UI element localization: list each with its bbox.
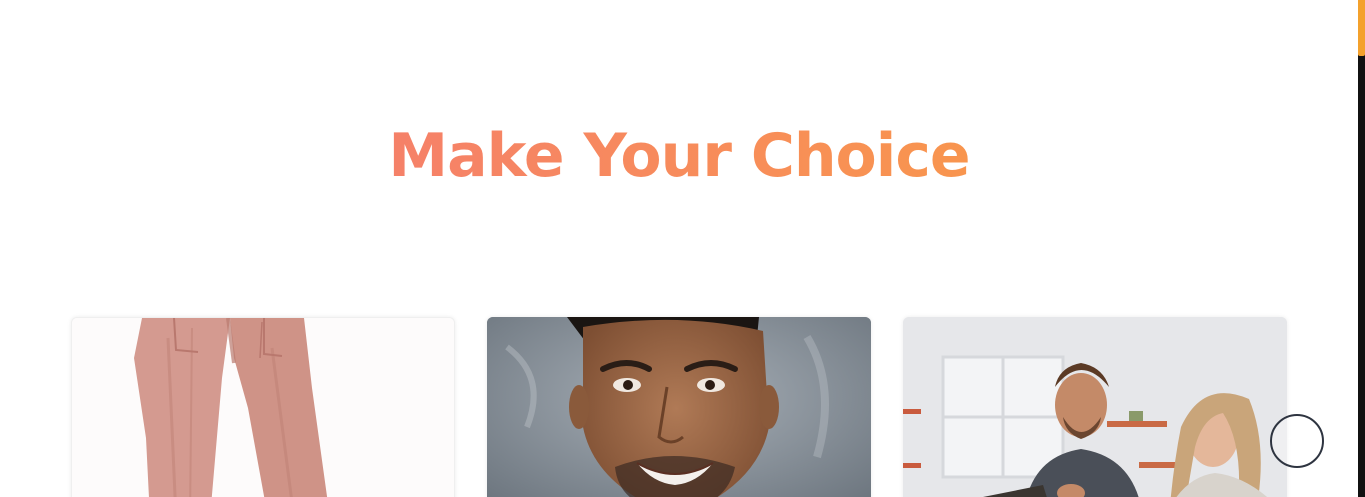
- scrollbar-thumb[interactable]: [1358, 0, 1365, 56]
- arrow-up-icon: [1288, 429, 1306, 452]
- section-title: Make Your Choice: [0, 118, 1358, 194]
- scrollbar[interactable]: [1358, 0, 1365, 497]
- choice-card-trousers[interactable]: [71, 317, 455, 497]
- choice-card-couple[interactable]: [903, 317, 1287, 497]
- couple-image: [903, 317, 1287, 497]
- page: Make Your Choice: [0, 0, 1365, 497]
- choice-cards: [71, 317, 1287, 497]
- choice-card-portrait[interactable]: [487, 317, 871, 497]
- trousers-image: [72, 318, 454, 497]
- back-to-top-button[interactable]: [1270, 414, 1324, 468]
- portrait-image: [487, 317, 871, 497]
